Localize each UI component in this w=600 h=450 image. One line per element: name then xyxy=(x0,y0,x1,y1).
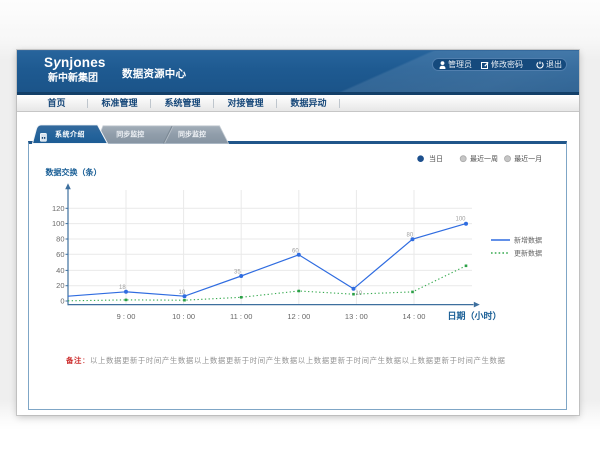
svg-text:80: 80 xyxy=(407,233,414,239)
svg-text:12 : 00: 12 : 00 xyxy=(287,312,310,321)
svg-text:13 : 00: 13 : 00 xyxy=(345,312,368,321)
svg-text:最近一周: 最近一周 xyxy=(470,154,498,163)
svg-text:0: 0 xyxy=(60,297,64,306)
svg-text:100: 100 xyxy=(52,219,65,228)
svg-text:当日: 当日 xyxy=(429,154,443,163)
svg-text:60: 60 xyxy=(56,250,64,259)
svg-text:80: 80 xyxy=(56,235,64,244)
svg-text:同步监控: 同步监控 xyxy=(116,129,144,138)
svg-text:35: 35 xyxy=(234,270,241,276)
svg-text:10: 10 xyxy=(356,291,363,297)
svg-text:同步监控: 同步监控 xyxy=(178,129,206,138)
svg-text:最近一月: 最近一月 xyxy=(514,154,542,163)
svg-text:9 : 00: 9 : 00 xyxy=(117,312,136,321)
svg-text:新增数据: 新增数据 xyxy=(514,236,542,245)
svg-text:14 : 00: 14 : 00 xyxy=(403,312,426,321)
svg-text:100: 100 xyxy=(456,217,467,223)
svg-text:数据交换（条）: 数据交换（条） xyxy=(46,167,102,177)
svg-text:60: 60 xyxy=(292,248,299,254)
svg-text:18: 18 xyxy=(119,285,126,291)
svg-text:系统介绍: 系统介绍 xyxy=(55,130,85,139)
svg-text:日期（小时）: 日期（小时） xyxy=(448,310,502,321)
svg-text:10 : 00: 10 : 00 xyxy=(172,312,195,321)
svg-text:11 : 00: 11 : 00 xyxy=(230,312,252,321)
svg-text:10: 10 xyxy=(179,290,186,296)
svg-text:40: 40 xyxy=(56,266,64,275)
svg-text:120: 120 xyxy=(52,204,65,213)
svg-text:20: 20 xyxy=(56,281,64,290)
svg-text:更新数据: 更新数据 xyxy=(514,249,542,258)
